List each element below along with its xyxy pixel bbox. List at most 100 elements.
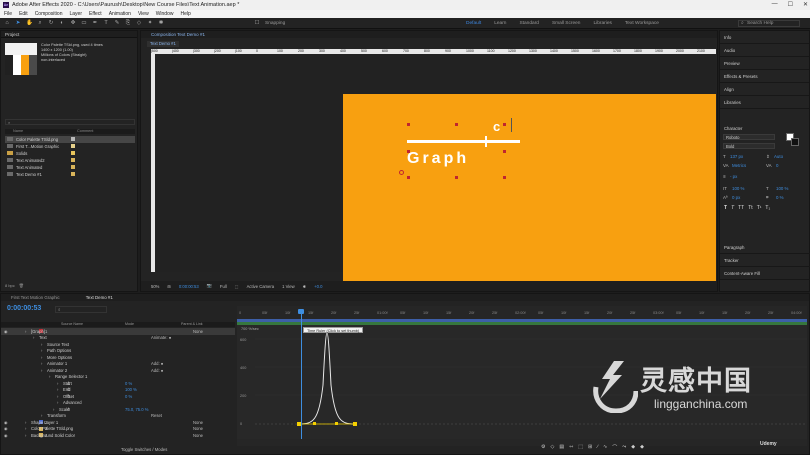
superscript-button[interactable]: T¹ [757, 205, 762, 211]
transform-handle[interactable] [455, 123, 458, 126]
project-item[interactable]: Solids [5, 150, 135, 157]
graph-area[interactable]: 700 %/sec 600 400 200 0 [237, 325, 807, 439]
stopwatch-icon[interactable]: ⏱ [67, 407, 70, 412]
column-source-name[interactable]: Source Name [61, 322, 83, 326]
menu-window[interactable]: Window [156, 11, 174, 17]
property-value[interactable]: 0 % [125, 381, 132, 386]
zoom-tool-icon[interactable]: ⌕ [37, 20, 43, 26]
parent-dropdown[interactable]: None [193, 329, 203, 334]
baseline-shift-value[interactable]: 0 px [732, 195, 740, 200]
project-item[interactable]: First T...Motion Graphic [5, 143, 135, 150]
label-color[interactable] [71, 151, 75, 156]
speed-curve[interactable] [298, 332, 356, 425]
graph-editor-button-icon[interactable]: ⌒ [612, 444, 617, 451]
column-comment[interactable]: Comment [77, 129, 93, 133]
graph-editor-button-icon[interactable]: ∿ [603, 444, 607, 451]
graph-editor-button-icon[interactable]: ⊞ [588, 444, 592, 451]
expand-twirl-icon[interactable]: › [57, 387, 58, 392]
small-caps-button[interactable]: Tt [748, 205, 752, 211]
resolution-dropdown[interactable]: Full [220, 284, 227, 289]
stopwatch-icon[interactable]: ⏱ [67, 381, 70, 386]
property-action[interactable]: Animate: ● [151, 335, 171, 340]
expand-twirl-icon[interactable]: › [25, 426, 26, 431]
snapshot-icon[interactable]: 📷 [207, 283, 212, 289]
effects-presets-section[interactable]: Effects & Presets [720, 70, 809, 83]
maximize-button[interactable]: ☐ [788, 1, 793, 8]
magnification-dropdown[interactable]: 50% [151, 284, 159, 289]
composition-viewer[interactable]: c Graph [155, 54, 716, 282]
graph-editor-button-icon[interactable]: ⇿ [569, 444, 573, 451]
timeline-search-input[interactable]: ⌕ [55, 306, 107, 313]
property-value[interactable]: 75.0, 75.0 % [125, 407, 149, 412]
camera-tool-icon[interactable]: ◐ [59, 20, 65, 26]
workspace-learn[interactable]: Learn [494, 21, 506, 26]
exposure-icon[interactable]: ✱ [303, 284, 307, 289]
text-graph[interactable]: Graph [407, 150, 469, 168]
timeline-timecode[interactable]: 0:00:00:53 [7, 305, 41, 312]
graph-editor-button-icon[interactable]: ◆ [640, 444, 644, 451]
info-section[interactable]: Info [720, 31, 809, 44]
hand-tool-icon[interactable]: ✋ [26, 20, 33, 26]
playhead[interactable] [301, 311, 302, 439]
property-action[interactable]: Add: ● [151, 368, 163, 373]
property-value[interactable]: 0 % [125, 394, 132, 399]
expand-twirl-icon[interactable]: › [41, 368, 42, 373]
exposure-value[interactable]: +0.0 [314, 284, 322, 289]
preview-section[interactable]: Preview [720, 57, 809, 70]
transform-handle[interactable] [503, 176, 506, 179]
roto-tool-icon[interactable]: ✦ [147, 20, 153, 26]
project-item[interactable]: Text Demo #1 [5, 171, 135, 178]
workspace-small-screen[interactable]: Small Screen [552, 21, 581, 26]
graph-editor-button-icon[interactable]: ◆ [631, 444, 635, 451]
kerning-value[interactable]: Metrics [732, 163, 746, 168]
pan-behind-tool-icon[interactable]: ✥ [70, 20, 76, 26]
project-item[interactable]: Text Animated2 [5, 157, 135, 164]
rectangle-tool-icon[interactable]: ▭ [81, 20, 87, 26]
label-color[interactable] [71, 144, 75, 149]
menu-edit[interactable]: Edit [19, 11, 28, 17]
column-name[interactable]: Name [13, 129, 23, 133]
expand-twirl-icon[interactable]: › [41, 361, 42, 366]
region-icon[interactable]: ⬚ [235, 284, 239, 289]
layer-row[interactable]: ◉ 4 › Background Solid Color None [1, 432, 235, 439]
comp-flowchart-tab[interactable]: Text Demo #1 [147, 41, 179, 47]
menu-file[interactable]: File [4, 11, 12, 17]
vertical-scale-value[interactable]: 100 % [732, 186, 744, 191]
keyframe-marker[interactable] [353, 422, 357, 426]
puppet-tool-icon[interactable]: ✱ [158, 20, 164, 26]
parent-dropdown[interactable]: None [193, 433, 203, 438]
property-action[interactable]: Reset [151, 413, 162, 418]
composition-tab[interactable]: Composition Text Demo #1 [151, 32, 205, 37]
expand-twirl-icon[interactable]: › [57, 381, 58, 386]
parent-dropdown[interactable]: None [193, 426, 203, 431]
toggle-switches-modes[interactable]: Toggle Switches / Modes [121, 447, 167, 452]
tracking-value[interactable]: 0 [776, 163, 778, 168]
anchor-point-icon[interactable] [399, 170, 404, 175]
bit-depth-button[interactable]: 8 bpc [5, 283, 15, 288]
visibility-eye-icon[interactable]: ◉ [4, 420, 8, 425]
menu-animation[interactable]: Animation [109, 11, 131, 17]
expand-twirl-icon[interactable]: › [25, 420, 26, 425]
snapping-checkbox[interactable]: ☐ [254, 20, 260, 26]
workspace-libraries[interactable]: Libraries [593, 21, 611, 26]
close-button[interactable]: ✕ [803, 1, 808, 8]
horizontal-scale-value[interactable]: 100 % [776, 186, 788, 191]
workspace-standard[interactable]: Standard [519, 21, 538, 26]
graph-editor-button-icon[interactable]: ⬚ [578, 444, 583, 451]
expand-twirl-icon[interactable]: › [57, 400, 58, 405]
menu-effect[interactable]: Effect [89, 11, 102, 17]
label-color[interactable] [71, 158, 75, 163]
transform-handle[interactable] [407, 123, 410, 126]
expand-twirl-icon[interactable]: › [25, 433, 26, 438]
stroke-color-swatch[interactable] [791, 138, 799, 146]
column-parent-link[interactable]: Parent & Link [181, 322, 203, 326]
graph-editor-button-icon[interactable]: ▤ [559, 444, 564, 451]
visibility-eye-icon[interactable]: ◉ [4, 329, 8, 334]
expand-twirl-icon[interactable]: › [53, 407, 54, 412]
menu-help[interactable]: Help [180, 11, 190, 17]
menu-composition[interactable]: Composition [35, 11, 63, 17]
brush-tool-icon[interactable]: ✎ [114, 20, 120, 26]
clone-tool-icon[interactable]: ⎘ [125, 20, 131, 26]
keyframe-handle[interactable] [313, 422, 316, 425]
workspace-text[interactable]: Text Workspace [625, 21, 659, 26]
